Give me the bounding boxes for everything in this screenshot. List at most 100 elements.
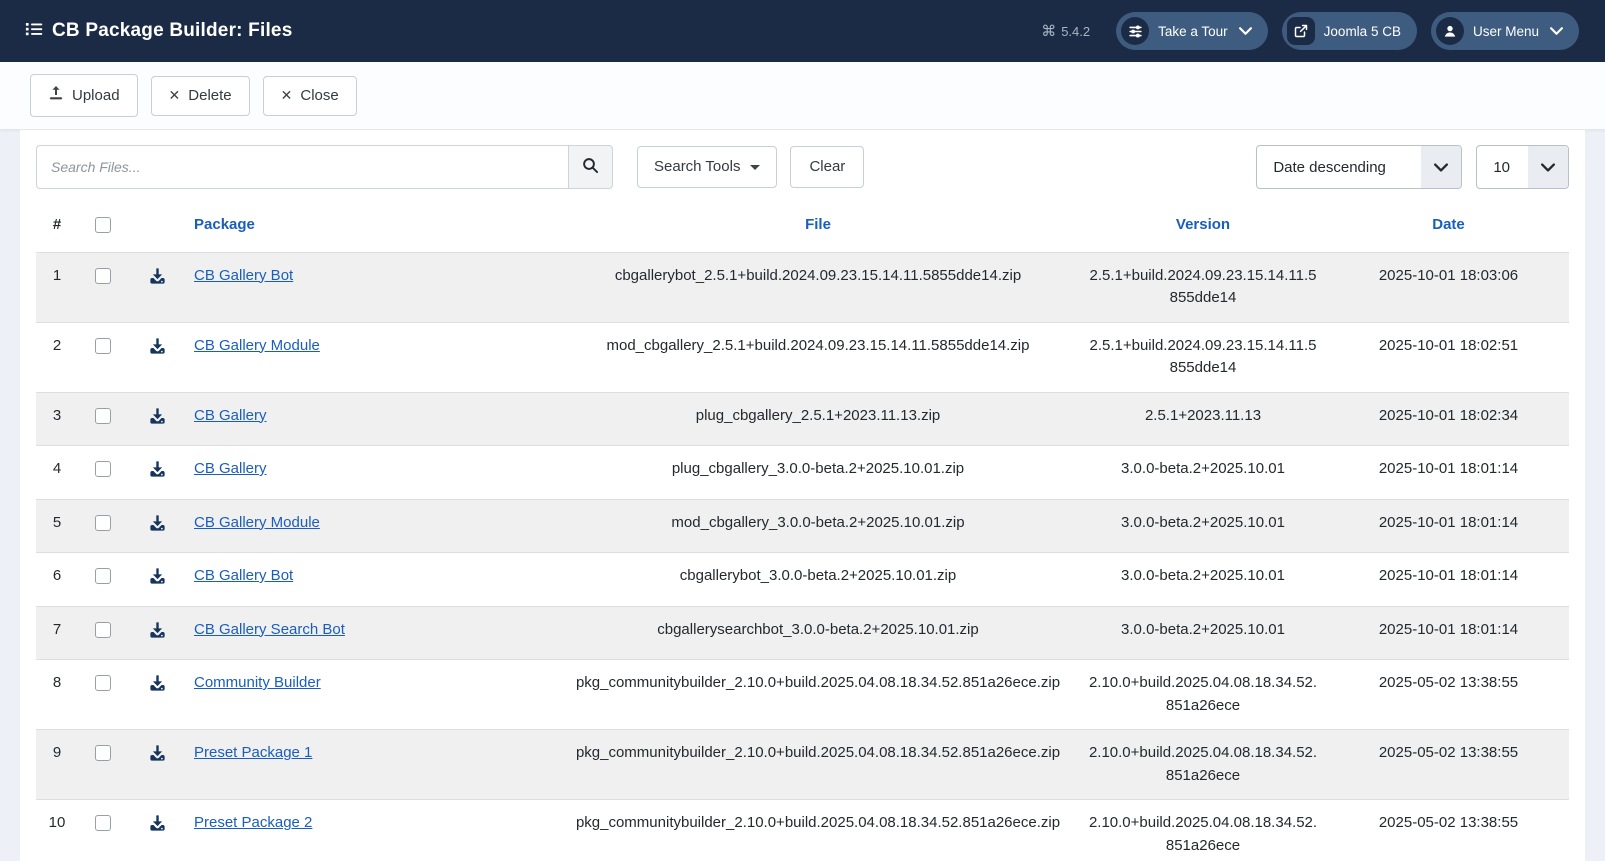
package-link[interactable]: CB Gallery Module (194, 337, 320, 354)
joomla-version: ⌘ 5.4.2 (1041, 22, 1091, 40)
date-text: 2025-10-01 18:01:14 (1378, 620, 1519, 638)
column-header-file[interactable]: File (805, 216, 831, 233)
search-input[interactable] (36, 145, 568, 189)
table-row: 2 CB Gallery Module mod_cbgallery_2.5.1+… (36, 322, 1569, 392)
row-checkbox[interactable] (95, 267, 111, 284)
chevron-down-icon (1421, 146, 1462, 188)
row-checkbox[interactable] (95, 407, 111, 424)
date-text: 2025-10-01 18:02:34 (1378, 406, 1519, 424)
row-checkbox[interactable] (95, 568, 111, 584)
package-link[interactable]: CB Gallery (194, 460, 267, 477)
user-menu-button[interactable]: User Menu (1430, 12, 1579, 50)
joomla-5-cb-button[interactable]: Joomla 5 CB (1281, 12, 1417, 50)
row-checkbox[interactable] (95, 745, 111, 761)
row-number: 4 (52, 460, 62, 477)
close-button[interactable]: ✕ Close (262, 75, 357, 116)
table-header-row: # Package File Version Date (36, 204, 1569, 252)
version-text: 2.10.0+build.2025.04.08.18.34.52.851a26e… (1088, 814, 1318, 854)
table-row: 5 CB Gallery Module mod_cbgallery_3.0.0-… (36, 499, 1569, 553)
joomla-logo-icon: ⌘ (1041, 22, 1057, 40)
download-icon[interactable] (148, 407, 167, 434)
row-number: 2 (52, 336, 62, 354)
date-text: 2025-10-01 18:03:06 (1378, 266, 1519, 284)
package-link[interactable]: Community Builder (194, 674, 321, 691)
file-name: cbgallerybot_3.0.0-beta.2+2025.10.01.zip (679, 567, 957, 584)
row-checkbox[interactable] (95, 815, 111, 831)
package-link[interactable]: Preset Package 1 (194, 744, 312, 761)
list-limit-select[interactable]: 10 (1476, 145, 1569, 189)
close-icon: ✕ (168, 87, 181, 104)
column-header-number: # (52, 216, 62, 233)
table-body: 1 CB Gallery Bot cbgallerybot_2.5.1+buil… (36, 252, 1569, 861)
file-name: mod_cbgallery_3.0.0-beta.2+2025.10.01.zi… (671, 513, 965, 531)
version-text: 3.0.0-beta.2+2025.10.01 (1121, 513, 1285, 531)
row-checkbox[interactable] (95, 675, 111, 691)
file-name: mod_cbgallery_2.5.1+build.2024.09.23.15.… (606, 336, 1030, 354)
package-link[interactable]: Preset Package 2 (194, 814, 312, 831)
user-icon (1435, 17, 1464, 45)
table-row: 7 CB Gallery Search Bot cbgallerysearchb… (36, 606, 1569, 660)
file-name: pkg_communitybuilder_2.10.0+build.2025.0… (575, 744, 1061, 761)
close-icon: ✕ (280, 87, 293, 104)
external-link-icon (1286, 17, 1315, 45)
upload-button[interactable]: Upload (30, 74, 138, 117)
search-tools-button[interactable]: Search Tools (637, 146, 778, 188)
clear-button[interactable]: Clear (790, 146, 865, 188)
date-text: 2025-05-02 13:38:55 (1378, 814, 1519, 831)
table-row: 8 Community Builder pkg_communitybuilder… (36, 659, 1569, 730)
list-icon (24, 19, 44, 44)
package-link[interactable]: CB Gallery Search Bot (194, 621, 345, 638)
column-header-version[interactable]: Version (1176, 216, 1230, 233)
download-icon[interactable] (148, 460, 167, 487)
search-button[interactable] (568, 145, 613, 189)
top-navbar: CB Package Builder: Files ⌘ 5.4.2 Take a… (0, 0, 1605, 62)
row-number: 6 (52, 567, 62, 584)
page-title: CB Package Builder: Files (52, 20, 293, 41)
package-link[interactable]: CB Gallery (194, 407, 267, 424)
date-text: 2025-10-01 18:01:14 (1378, 460, 1519, 477)
package-link[interactable]: CB Gallery Bot (194, 267, 293, 284)
download-icon[interactable] (148, 337, 167, 364)
version-text: 2.5.1+build.2024.09.23.15.14.11.5855dde1… (1089, 266, 1317, 307)
package-link[interactable]: CB Gallery Module (194, 514, 320, 531)
table-row: 6 CB Gallery Bot cbgallerybot_3.0.0-beta… (36, 552, 1569, 607)
row-checkbox[interactable] (95, 337, 111, 354)
upload-icon (48, 85, 64, 106)
filter-bar: Search Tools Clear Date descending 10 (36, 145, 1569, 189)
file-name: cbgallerybot_2.5.1+build.2024.09.23.15.1… (614, 266, 1022, 284)
file-name: plug_cbgallery_3.0.0-beta.2+2025.10.01.z… (671, 460, 965, 477)
row-number: 10 (48, 814, 66, 831)
version-text: 2.5.1+2023.11.13 (1144, 406, 1262, 424)
download-icon[interactable] (148, 621, 167, 648)
table-row: 10 Preset Package 2 pkg_communitybuilder… (36, 799, 1569, 861)
take-a-tour-button[interactable]: Take a Tour (1116, 12, 1268, 50)
row-checkbox[interactable] (95, 461, 111, 477)
download-icon[interactable] (148, 744, 167, 771)
download-icon[interactable] (148, 814, 167, 841)
file-name: pkg_communitybuilder_2.10.0+build.2025.0… (575, 814, 1061, 831)
download-icon[interactable] (148, 674, 167, 701)
download-icon[interactable] (148, 567, 167, 594)
caret-down-icon (750, 164, 761, 170)
files-table: # Package File Version Date 1 CB Gallery… (36, 204, 1569, 861)
row-checkbox[interactable] (95, 621, 111, 638)
version-text: 2.5.1+build.2024.09.23.15.14.11.5855dde1… (1089, 336, 1317, 377)
row-number: 3 (52, 406, 62, 424)
delete-button[interactable]: ✕ Delete (150, 75, 250, 116)
select-all-checkbox[interactable] (95, 217, 111, 233)
version-text: 3.0.0-beta.2+2025.10.01 (1121, 567, 1285, 584)
sort-select-value: Date descending (1273, 158, 1386, 176)
row-checkbox[interactable] (95, 514, 111, 531)
version-text: 3.0.0-beta.2+2025.10.01 (1121, 620, 1285, 638)
column-header-package[interactable]: Package (194, 216, 255, 233)
chevron-down-icon (1238, 27, 1252, 35)
download-icon[interactable] (148, 514, 167, 541)
sort-select[interactable]: Date descending (1256, 145, 1463, 189)
row-number: 9 (52, 744, 62, 761)
column-header-date[interactable]: Date (1432, 216, 1465, 233)
package-link[interactable]: CB Gallery Bot (194, 567, 293, 584)
download-icon[interactable] (148, 267, 167, 294)
main-content: Search Tools Clear Date descending 10 (0, 130, 1605, 861)
version-text: 2.10.0+build.2025.04.08.18.34.52.851a26e… (1088, 674, 1318, 714)
sliders-icon (1121, 17, 1150, 45)
